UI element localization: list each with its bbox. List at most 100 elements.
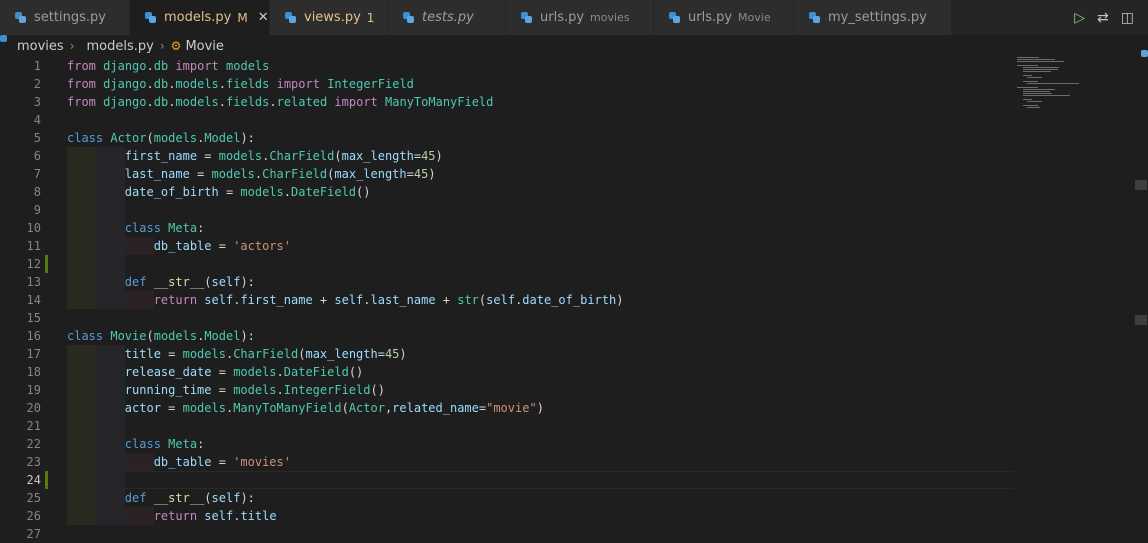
git-change-marker <box>45 255 48 273</box>
code-line[interactable]: 10 class Meta: <box>0 219 1014 237</box>
tab-label: my_settings.py <box>828 10 927 25</box>
code-line[interactable]: 26 return self.title <box>0 507 1014 525</box>
tab-tests-py[interactable]: tests.py <box>388 0 506 35</box>
line-number: 15 <box>26 311 41 325</box>
line-number: 13 <box>26 275 41 289</box>
code-line[interactable]: 12 <box>0 255 1014 273</box>
line-number: 2 <box>33 77 41 91</box>
python-file-icon <box>285 12 296 23</box>
tab-label: views.py <box>304 10 361 25</box>
minimap-line <box>1017 59 1056 60</box>
code-line[interactable]: 14 return self.first_name + self.last_na… <box>0 291 1014 309</box>
code-line[interactable]: 9 <box>0 201 1014 219</box>
breadcrumb-symbol[interactable]: Movie <box>185 39 223 54</box>
indent-guide <box>96 255 125 273</box>
minimap-line <box>1026 107 1041 108</box>
line-number: 27 <box>26 527 41 541</box>
breadcrumb-folder[interactable]: movies <box>17 39 64 54</box>
line-number: 21 <box>26 419 41 433</box>
code-line[interactable]: 4 <box>0 111 1014 129</box>
code-line[interactable]: 3 from django.db.models.fields.related im… <box>0 93 1014 111</box>
tab-urls-py[interactable]: urls.py movies <box>506 0 654 35</box>
code-text: return self.title <box>153 509 277 523</box>
line-number: 1 <box>33 59 41 73</box>
tab-my_settings-py[interactable]: my_settings.py <box>794 0 952 35</box>
minimap-line <box>1023 99 1033 100</box>
minimap[interactable] <box>1017 57 1129 117</box>
code-line[interactable]: 27 <box>0 525 1014 543</box>
code-text: date_of_birth = models.DateField() <box>124 185 371 199</box>
code-line[interactable]: 1 from django.db import models <box>0 57 1014 75</box>
line-number: 20 <box>26 401 41 415</box>
line-number: 17 <box>26 347 41 361</box>
minimap-line <box>1023 89 1055 90</box>
code-text: release_date = models.DateField() <box>124 365 364 379</box>
code-line[interactable]: 17 title = models.CharField(max_length=4… <box>0 345 1014 363</box>
code-text: from django.db.models.fields.related imp… <box>67 95 494 109</box>
minimap-line <box>1023 69 1058 70</box>
code-line[interactable]: 23 db_table = 'movies' <box>0 453 1014 471</box>
code-line[interactable]: 13 def __str__(self): <box>0 273 1014 291</box>
line-number: 3 <box>33 95 41 109</box>
tab-models-py[interactable]: models.py M ✕ <box>130 0 270 35</box>
line-number: 10 <box>26 221 41 235</box>
code-line[interactable]: 2 from django.db.models.fields import Int… <box>0 75 1014 93</box>
code-line[interactable]: 11 db_table = 'actors' <box>0 237 1014 255</box>
minimap-line <box>1017 61 1065 62</box>
code-text: title = models.CharField(max_length=45) <box>124 347 407 361</box>
code-line[interactable]: 16 class Movie(models.Model): <box>0 327 1014 345</box>
tab-label: models.py <box>164 10 232 25</box>
compare-icon[interactable]: ⇄ <box>1097 11 1109 25</box>
code-text: class Meta: <box>124 437 205 451</box>
line-number: 25 <box>26 491 41 505</box>
code-text: class Actor(models.Model): <box>67 131 255 145</box>
minimap-line <box>1017 87 1038 88</box>
tab-views-py[interactable]: views.py 1 <box>270 0 388 35</box>
close-icon[interactable]: ✕ <box>258 10 269 25</box>
tab-settings-py[interactable]: settings.py <box>0 0 130 35</box>
code-line[interactable]: 6 first_name = models.CharField(max_leng… <box>0 147 1014 165</box>
code-line[interactable]: 24 <box>0 471 1014 489</box>
indent-guide <box>67 255 96 273</box>
minimap-line <box>1026 101 1042 102</box>
indent-guide <box>67 201 96 219</box>
breadcrumb-file[interactable]: models.py <box>87 39 154 54</box>
minimap-line <box>1026 77 1042 78</box>
line-number: 5 <box>33 131 41 145</box>
code-editor[interactable]: 1 from django.db import models 2 from djang… <box>0 57 1148 541</box>
code-line[interactable]: 19 running_time = models.IntegerField() <box>0 381 1014 399</box>
tab-urls-py[interactable]: urls.py Movie <box>654 0 794 35</box>
code-line[interactable]: 8 date_of_birth = models.DateField() <box>0 183 1014 201</box>
code-line[interactable]: 22 class Meta: <box>0 435 1014 453</box>
indent-guide <box>96 417 125 435</box>
tab-list: settings.py models.py M ✕ views.py 1 tests.py u… <box>0 0 952 35</box>
line-number: 11 <box>26 239 41 253</box>
tab-label: tests.py <box>422 10 474 25</box>
code-line[interactable]: 21 <box>0 417 1014 435</box>
tab-label: settings.py <box>34 10 106 25</box>
minimap-line <box>1023 67 1059 68</box>
split-editor-icon[interactable]: ◫ <box>1121 11 1134 25</box>
line-number: 6 <box>33 149 41 163</box>
tab-bar: settings.py models.py M ✕ views.py 1 tests.py u… <box>0 0 1148 35</box>
code-line[interactable]: 15 <box>0 309 1014 327</box>
code-text: db_table = 'movies' <box>153 455 291 469</box>
code-text: from django.db.models.fields import Inte… <box>67 77 414 91</box>
code-text: class Meta: <box>124 221 205 235</box>
code-text: def __str__(self): <box>124 275 255 289</box>
run-icon[interactable]: ▷ <box>1074 11 1085 25</box>
code-text: from django.db import models <box>67 59 270 73</box>
code-line[interactable]: 25 def __str__(self): <box>0 489 1014 507</box>
code-line[interactable]: 7 last_name = models.CharField(max_lengt… <box>0 165 1014 183</box>
code-line[interactable]: 18 release_date = models.DateField() <box>0 363 1014 381</box>
code-line[interactable]: 5 class Actor(models.Model): <box>0 129 1014 147</box>
vertical-scrollbar[interactable] <box>1133 57 1148 541</box>
code-line[interactable]: 20 actor = models.ManyToManyField(Actor,… <box>0 399 1014 417</box>
git-change-marker <box>45 471 48 489</box>
tab-description: movies <box>590 11 630 24</box>
code-text: last_name = models.CharField(max_length=… <box>124 167 436 181</box>
code-text: first_name = models.CharField(max_length… <box>124 149 443 163</box>
code-text: def __str__(self): <box>124 491 255 505</box>
chevron-right-icon: › <box>69 39 75 53</box>
indent-guide <box>96 201 125 219</box>
